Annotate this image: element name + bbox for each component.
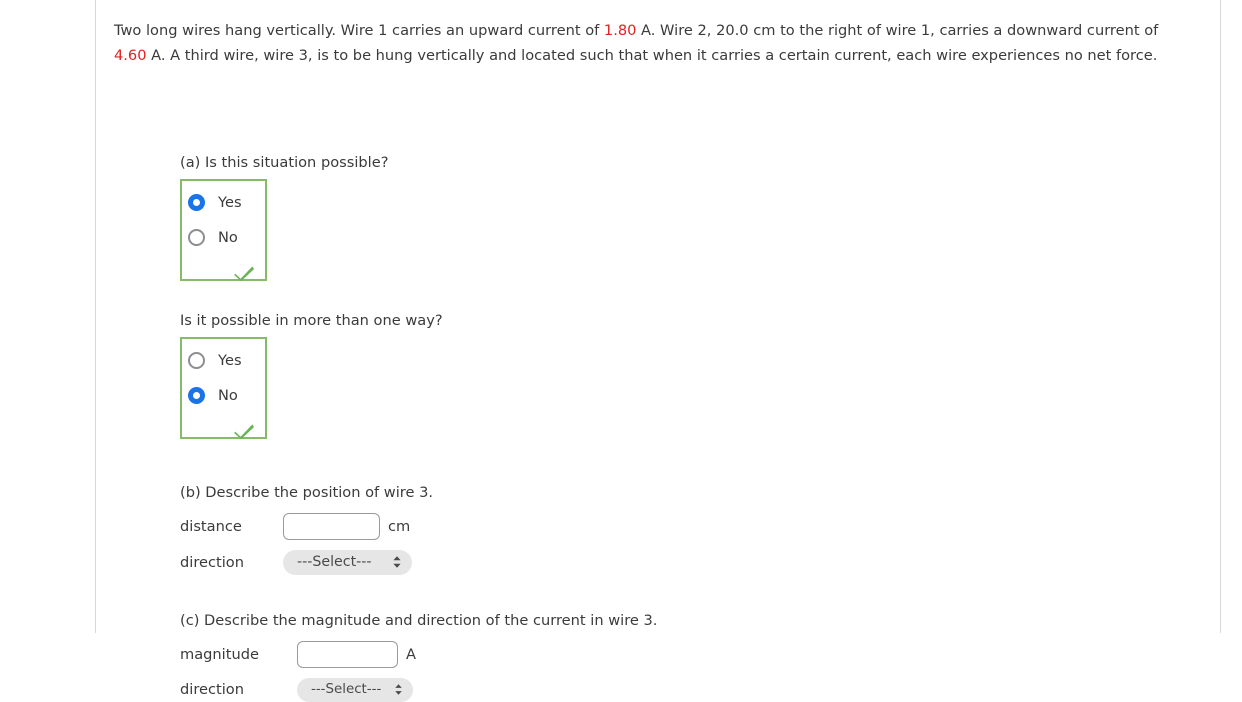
part-b-direction-selected-value: ---Select--- — [297, 554, 372, 571]
answer-body: (a) Is this situation possible? Yes No I… — [180, 154, 1189, 702]
check-icon — [234, 265, 254, 281]
magnitude-field-row: magnitude A — [180, 640, 1189, 668]
radio-button-no[interactable] — [188, 229, 205, 247]
radio-label-more-yes: Yes — [218, 352, 242, 370]
radio-button-more-yes[interactable] — [188, 352, 205, 370]
part-c-direction-select[interactable]: ---Select--- — [297, 677, 413, 702]
part-a-more-radio-group: Yes No — [180, 336, 267, 439]
part-c-direction-field-row: direction ---Select--- — [180, 677, 1189, 702]
distance-label: distance — [180, 517, 242, 535]
page-left-rule — [95, 0, 96, 633]
magnitude-unit: A — [406, 645, 416, 663]
current-2-value: 4.60 — [114, 47, 147, 65]
part-a-option-yes[interactable]: Yes — [188, 190, 265, 216]
radio-label-yes: Yes — [218, 194, 242, 212]
chevron-up-down-icon — [395, 684, 402, 695]
distance-unit: cm — [388, 517, 411, 535]
part-a-option-no[interactable]: No — [188, 225, 265, 251]
statement-text-1: Two long wires hang vertically. Wire 1 c… — [114, 21, 604, 39]
part-b-direction-label: direction — [180, 553, 244, 571]
part-a-more-option-no[interactable]: No — [188, 383, 265, 409]
magnitude-input[interactable] — [297, 640, 398, 668]
radio-button-yes[interactable] — [188, 194, 205, 212]
part-a-radio-group: Yes No — [180, 178, 267, 281]
part-a-more-option-yes[interactable]: Yes — [188, 348, 265, 374]
radio-button-more-no[interactable] — [188, 387, 205, 405]
part-b-direction-field-row: direction ---Select--- — [180, 549, 1189, 575]
part-a-more-block: Is it possible in more than one way? Yes… — [180, 312, 1189, 439]
magnitude-label: magnitude — [180, 645, 259, 663]
problem-statement: Two long wires hang vertically. Wire 1 c… — [114, 15, 1185, 69]
part-b-block: (b) Describe the position of wire 3. dis… — [180, 484, 1189, 575]
statement-text-3: A. A third wire, wire 3, is to be hung v… — [146, 47, 1158, 65]
part-b-question: (b) Describe the position of wire 3. — [180, 483, 434, 501]
part-a-more-status — [182, 418, 265, 444]
check-icon — [234, 423, 254, 439]
chevron-up-down-icon — [393, 556, 401, 568]
part-c-direction-label: direction — [180, 681, 244, 699]
part-c-question: (c) Describe the magnitude and direction… — [180, 611, 658, 629]
part-a-status — [182, 260, 265, 286]
distance-field-row: distance cm — [180, 512, 1189, 540]
radio-label-more-no: No — [218, 387, 238, 405]
part-a-block: (a) Is this situation possible? Yes No — [180, 154, 1189, 281]
current-1-value: 1.80 — [603, 21, 637, 39]
part-c-direction-selected-value: ---Select--- — [311, 682, 382, 698]
part-b-direction-select[interactable]: ---Select--- — [283, 549, 412, 575]
part-a-more-question: Is it possible in more than one way? — [180, 311, 443, 329]
page-right-rule — [1220, 0, 1221, 633]
part-c-block: (c) Describe the magnitude and direction… — [180, 612, 1189, 702]
statement-text-2: A. Wire 2, 20.0 cm to the right of wire … — [636, 21, 1159, 39]
problem-page: Two long wires hang vertically. Wire 1 c… — [114, 0, 1189, 702]
radio-label-no: No — [218, 229, 238, 247]
distance-input[interactable] — [283, 512, 380, 540]
part-a-question: (a) Is this situation possible? — [180, 153, 389, 171]
